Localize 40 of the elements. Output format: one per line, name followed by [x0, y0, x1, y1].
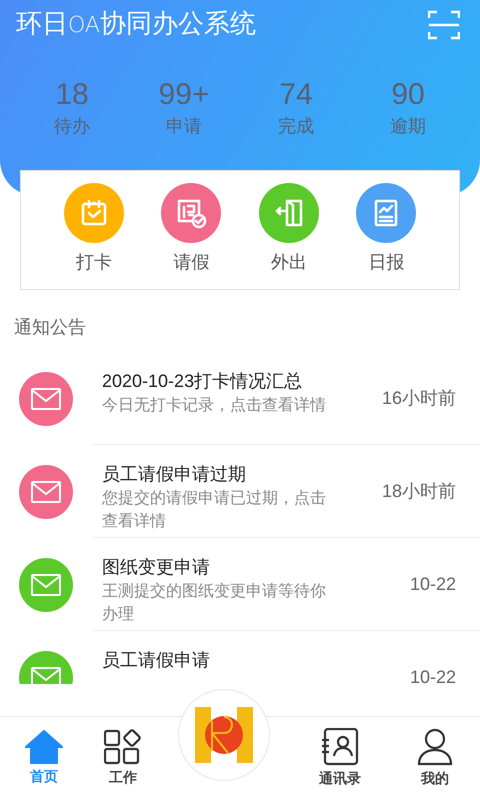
envelope-icon — [31, 666, 61, 684]
notice-summary: 王测提交的图纸变更申请等待你办理 — [102, 582, 327, 625]
shortcut-button[interactable]: 请假 — [142, 183, 240, 289]
notice-summary: 您提交的请假申请已过期，点击查看详情 — [102, 488, 327, 532]
stat-label: 完成 — [278, 115, 314, 138]
notice-time: 10-22 — [410, 572, 456, 596]
shortcut-button[interactable]: 外出 — [240, 183, 338, 289]
stat-value: 90 — [391, 77, 425, 113]
section-title: 通知公告 — [13, 316, 87, 339]
scan-icon — [428, 8, 460, 40]
shortcut-button[interactable]: 日报 — [338, 183, 435, 289]
shortcut-button[interactable]: 打卡 — [45, 183, 142, 289]
notice-title: 员工请假申请 — [102, 649, 211, 672]
notice-summary: 今日无打卡记录，点击查看详情 — [102, 396, 327, 416]
envelope-icon — [31, 480, 61, 502]
app-title: 环日 OA协同办公系统 — [16, 7, 256, 40]
address-book-icon — [321, 728, 359, 766]
grid-icon — [104, 729, 142, 765]
document-check-icon — [175, 197, 208, 229]
envelope-icon — [31, 574, 61, 596]
stat-value: 18 — [55, 77, 89, 113]
notice-time: 16小时前 — [382, 386, 456, 410]
person-icon — [417, 728, 453, 766]
stat-value: 99+ — [158, 77, 210, 113]
stat-value: 74 — [279, 77, 313, 113]
stat-label: 逾期 — [390, 115, 426, 138]
scan-button[interactable] — [428, 8, 460, 40]
stat-label: 申请 — [166, 115, 202, 138]
notice-title: 2020-10-23打卡情况汇总 — [102, 370, 304, 393]
stat-label: 待办 — [54, 115, 90, 138]
notice-title: 图纸变更申请 — [102, 556, 211, 579]
notice-title: 员工请假申请过期 — [102, 463, 247, 486]
nav-tab[interactable]: 通讯录 — [290, 717, 390, 800]
notice-time: 18小时前 — [382, 480, 456, 502]
home-icon — [25, 730, 63, 764]
nav-tab[interactable]: 工作 — [88, 717, 158, 800]
envelope-icon — [31, 388, 61, 410]
logo-icon — [195, 707, 253, 763]
nav-tab[interactable]: 我的 — [390, 717, 480, 800]
notice-time: 10-22 — [410, 666, 456, 684]
